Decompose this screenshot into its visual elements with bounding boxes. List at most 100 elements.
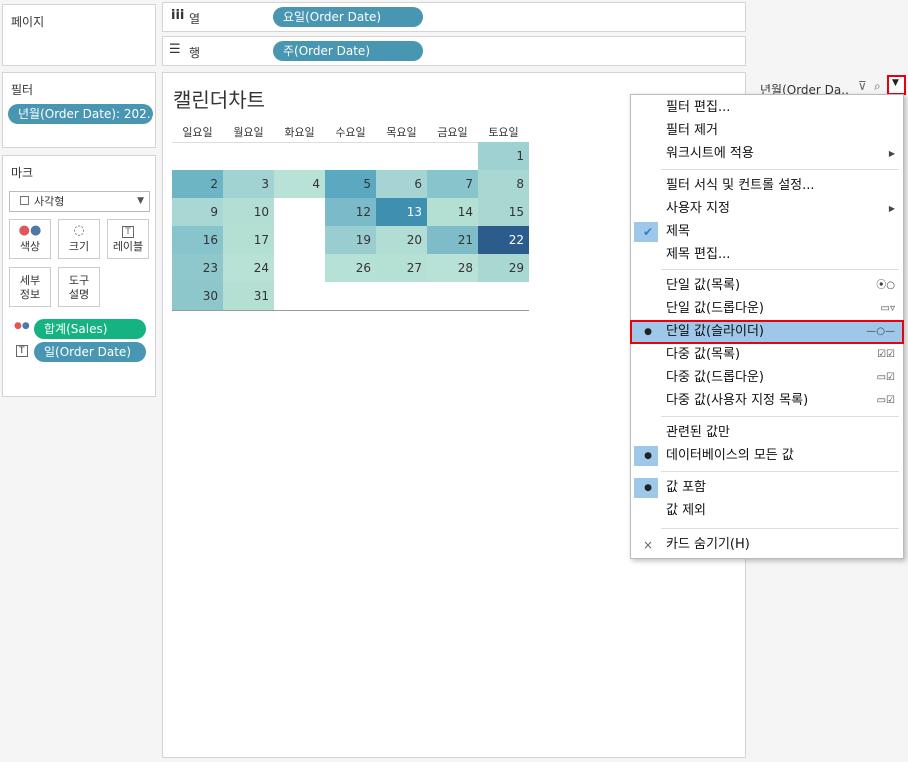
- filters-panel[interactable]: 필터 년월(Order Date): 202..: [2, 72, 156, 148]
- rows-shelf[interactable]: ☰ 행 주(Order Date): [162, 36, 746, 66]
- calendar-day-cell[interactable]: 1: [478, 142, 529, 170]
- calendar-day-cell[interactable]: 9: [172, 198, 223, 226]
- weekday-header: 월요일: [233, 126, 264, 139]
- weekday-header: 토요일: [488, 126, 519, 139]
- control-type-icon: ☑☑: [877, 349, 895, 360]
- menu-item[interactable]: 필터 제거: [631, 120, 903, 142]
- menu-item[interactable]: ● 값 포함: [631, 477, 903, 499]
- menu-item-label: 값 제외: [666, 503, 707, 518]
- menu-item-label: 다중 값(드롭다운): [666, 370, 764, 385]
- calendar-day-cell[interactable]: 4: [274, 170, 325, 198]
- menu-item-label: 워크시트에 적용: [666, 146, 754, 161]
- text-marks-icon: T: [16, 345, 28, 357]
- search-icon[interactable]: ⌕: [874, 79, 881, 94]
- control-type-icon: ▭▿: [880, 303, 895, 314]
- calendar-day-cell[interactable]: 20: [376, 226, 427, 254]
- filter-context-menu[interactable]: 필터 편집... 필터 제거워크시트에 적용 ▶ 필터 서식 및 컨트롤 설정... 사…: [630, 94, 904, 559]
- calendar-day-cell[interactable]: 21: [427, 226, 478, 254]
- rows-icon: ☰: [169, 42, 181, 57]
- menu-item[interactable]: 관련된 값만: [631, 422, 903, 444]
- calendar-day-cell[interactable]: 17: [223, 226, 274, 254]
- calendar-day-cell[interactable]: 13: [376, 198, 427, 226]
- calendar-day-cell[interactable]: 16: [172, 226, 223, 254]
- calendar-day-cell[interactable]: 31: [223, 282, 274, 310]
- menu-item[interactable]: 단일 값(목록) ⦿○: [631, 275, 903, 297]
- calendar-day-cell[interactable]: 29: [478, 254, 529, 282]
- menu-item-label: 필터 제거: [666, 123, 718, 138]
- color-label: 색상: [19, 240, 41, 253]
- calendar-day-cell[interactable]: 10: [223, 198, 274, 226]
- menu-item[interactable]: × 카드 숨기기(H): [631, 534, 903, 556]
- menu-item[interactable]: ✔ 제목: [631, 221, 903, 243]
- calendar-day-cell[interactable]: 28: [427, 254, 478, 282]
- weekday-header: 금요일: [437, 126, 468, 139]
- calendar-day-cell[interactable]: 19: [325, 226, 376, 254]
- color-button[interactable]: ●● 색상: [9, 219, 51, 259]
- menu-item-label: 필터 편집...: [666, 100, 731, 115]
- detail-button[interactable]: 세부 정보: [9, 267, 51, 307]
- bullet-icon: [640, 298, 656, 320]
- marks-title: 마크: [11, 166, 34, 180]
- menu-item[interactable]: 필터 편집...: [631, 97, 903, 119]
- menu-item-label: 제목: [666, 224, 690, 239]
- weekday-header: 일요일: [182, 126, 213, 139]
- calendar-day-cell[interactable]: 30: [172, 282, 223, 310]
- columns-shelf[interactable]: iii 열 요일(Order Date): [162, 2, 746, 32]
- calendar-day-cell[interactable]: 23: [172, 254, 223, 282]
- marks-pill-sales[interactable]: 합계(Sales): [34, 319, 146, 339]
- calendar-day-cell[interactable]: 22: [478, 226, 529, 254]
- menu-separator: [661, 471, 899, 472]
- pages-title: 페이지: [11, 15, 45, 29]
- calendar-day-cell[interactable]: 8: [478, 170, 529, 198]
- calendar-day-cell[interactable]: 15: [478, 198, 529, 226]
- submenu-arrow-icon: ▶: [888, 149, 895, 158]
- calendar-day-cell[interactable]: 27: [376, 254, 427, 282]
- bullet-icon: [640, 175, 656, 197]
- control-type-icon: ▭☑: [876, 395, 895, 406]
- menu-item[interactable]: 워크시트에 적용 ▶: [631, 143, 903, 165]
- menu-item[interactable]: 다중 값(드롭다운) ▭☑: [631, 367, 903, 389]
- menu-item[interactable]: 값 제외: [631, 500, 903, 522]
- menu-item[interactable]: 사용자 지정 ▶: [631, 198, 903, 220]
- menu-item[interactable]: 다중 값(사용자 지정 목록) ▭☑: [631, 390, 903, 412]
- menu-item[interactable]: 다중 값(목록) ☑☑: [631, 344, 903, 366]
- calendar-day-cell[interactable]: 24: [223, 254, 274, 282]
- label-label: 레이블: [112, 240, 144, 253]
- mark-type-select[interactable]: 사각형 ▼: [9, 191, 150, 212]
- calendar-day-cell[interactable]: 2: [172, 170, 223, 198]
- filter-pill-order-date[interactable]: 년월(Order Date): 202..: [8, 104, 153, 124]
- size-button[interactable]: ◌ 크기: [58, 219, 100, 259]
- calendar-day-cell[interactable]: 6: [376, 170, 427, 198]
- calendar-day-cell[interactable]: 26: [325, 254, 376, 282]
- menu-item-label: 필터 서식 및 컨트롤 설정...: [666, 178, 815, 193]
- pages-panel[interactable]: 페이지: [2, 4, 156, 66]
- menu-item[interactable]: ● 데이터베이스의 모든 값: [631, 445, 903, 467]
- marks-panel[interactable]: 마크 사각형 ▼ ●● 색상 ◌ 크기 T 레이블 세부 정보 도구 설명 ●●…: [2, 155, 156, 397]
- label-button[interactable]: T 레이블: [107, 219, 149, 259]
- calendar-day-cell[interactable]: 7: [427, 170, 478, 198]
- control-type-icon: ⦿○: [876, 280, 895, 291]
- menu-item[interactable]: 제목 편집...: [631, 244, 903, 266]
- menu-item-label: 관련된 값만: [666, 425, 730, 440]
- rows-pill-week[interactable]: 주(Order Date): [273, 41, 423, 61]
- calendar-day-cell[interactable]: 14: [427, 198, 478, 226]
- menu-item[interactable]: 필터 서식 및 컨트롤 설정...: [631, 175, 903, 197]
- tooltip-button[interactable]: 도구 설명: [58, 267, 100, 307]
- menu-item[interactable]: ● 단일 값(슬라이더) —○—: [630, 320, 904, 344]
- size-icon: ◌: [73, 223, 85, 238]
- menu-item[interactable]: 단일 값(드롭다운) ▭▿: [631, 298, 903, 320]
- menu-item-label: 단일 값(목록): [666, 278, 741, 293]
- calendar-day-cell[interactable]: 5: [325, 170, 376, 198]
- columns-pill-weekday[interactable]: 요일(Order Date): [273, 7, 423, 27]
- weekday-header: 수요일: [335, 126, 366, 139]
- bullet-icon: [640, 275, 656, 297]
- menu-item-label: 카드 숨기기(H): [666, 537, 750, 552]
- calendar-day-cell[interactable]: 12: [325, 198, 376, 226]
- color-marks-icon: ●●: [14, 321, 30, 331]
- bullet-icon: ●: [644, 483, 652, 493]
- marks-pill-order-day[interactable]: 일(Order Date): [34, 342, 146, 362]
- mark-type-value: 사각형: [34, 195, 65, 208]
- size-label: 크기: [68, 240, 90, 253]
- card-menu-button[interactable]: ▼: [887, 75, 906, 95]
- calendar-day-cell[interactable]: 3: [223, 170, 274, 198]
